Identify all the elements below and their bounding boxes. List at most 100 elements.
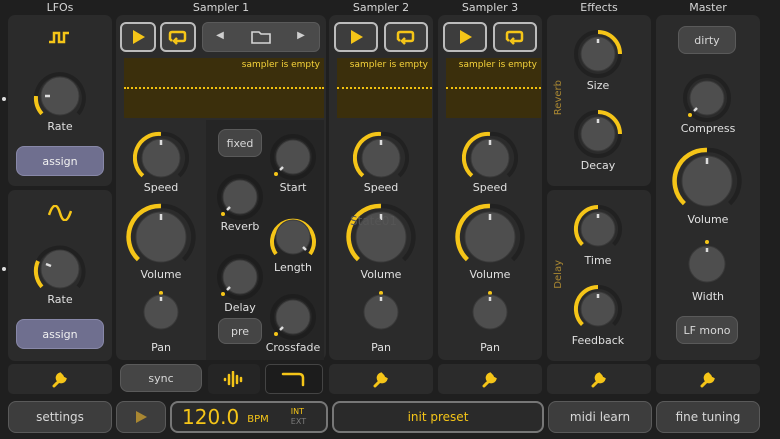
sampler1-waveform[interactable]: sampler is empty xyxy=(124,58,324,118)
sampler2-volume-knob[interactable] xyxy=(346,202,416,272)
sampler3-pan-label: Pan xyxy=(480,341,500,354)
header-sampler2: Sampler 2 xyxy=(352,1,410,14)
sampler1-fixed-button[interactable]: fixed xyxy=(218,129,262,157)
master-dirty-button[interactable]: dirty xyxy=(678,26,736,54)
sampler3-play-button[interactable] xyxy=(443,22,487,52)
sampler1-play-button[interactable] xyxy=(120,22,156,52)
sampler1-empty-text: sampler is empty xyxy=(241,60,320,70)
wrench-icon[interactable] xyxy=(371,369,391,389)
lfo2-rate-knob[interactable] xyxy=(32,241,88,297)
master-volume-knob[interactable] xyxy=(672,146,742,216)
lfo1-assign-button[interactable]: assign xyxy=(16,146,104,176)
lfo1-indicator xyxy=(2,97,6,101)
fine-tuning-button[interactable]: fine tuning xyxy=(656,401,760,433)
midi-learn-button[interactable]: midi learn xyxy=(548,401,652,433)
sampler1-pre-button[interactable]: pre xyxy=(218,318,262,344)
sampler1-reverb-knob[interactable] xyxy=(215,172,265,222)
sine-wave-icon xyxy=(48,205,72,221)
sampler2-pan-knob[interactable] xyxy=(359,288,403,332)
sampler1-crossfade-knob[interactable] xyxy=(268,292,318,342)
sampler2-volume-label: Volume xyxy=(360,268,402,281)
settings-button[interactable]: settings xyxy=(8,401,112,433)
sampler2-waveform[interactable]: sampler is empty xyxy=(337,58,432,118)
sampler1-reverb-label: Reverb xyxy=(220,220,260,233)
sampler1-sync-button[interactable]: sync xyxy=(120,364,202,392)
sampler3-footer xyxy=(438,364,542,394)
sampler1-length-knob[interactable] xyxy=(268,212,318,262)
sampler1-waveform-toggle[interactable] xyxy=(208,364,260,394)
master-compress-label: Compress xyxy=(680,122,736,135)
preset-selector[interactable]: init preset xyxy=(332,401,544,433)
play-icon xyxy=(133,30,145,44)
sampler2-footer xyxy=(329,364,433,394)
sampler2-loop-button[interactable] xyxy=(384,22,428,52)
sampler1-pan-knob[interactable] xyxy=(139,288,183,332)
reverb-decay-label: Decay xyxy=(580,159,616,172)
sampler3-empty-text: sampler is empty xyxy=(458,60,537,70)
header-lfos: LFOs xyxy=(46,1,74,14)
reverb-decay-knob[interactable] xyxy=(572,108,624,160)
wrench-icon[interactable] xyxy=(589,369,609,389)
sampler3-pan-knob[interactable] xyxy=(468,288,512,332)
sampler3-waveform[interactable]: sampler is empty xyxy=(446,58,541,118)
loop-icon xyxy=(505,30,524,45)
play-icon xyxy=(460,30,472,44)
master-lf-mono-button[interactable]: LF mono xyxy=(676,316,738,344)
sampler3-volume-knob[interactable] xyxy=(455,202,525,272)
effects-footer xyxy=(547,364,651,394)
sampler1-envelope-toggle[interactable] xyxy=(265,364,323,394)
sampler1-delay-label: Delay xyxy=(224,301,256,314)
envelope-icon xyxy=(281,372,305,387)
header-master: Master xyxy=(689,1,727,14)
header-effects: Effects xyxy=(580,1,618,14)
clock-ext[interactable]: EXT xyxy=(291,417,306,427)
bpm-display[interactable]: 120.0 BPM INT EXT xyxy=(170,401,328,433)
sampler1-start-label: Start xyxy=(279,181,307,194)
loop-icon xyxy=(396,30,415,45)
master-footer xyxy=(656,364,760,394)
master-width-knob[interactable] xyxy=(685,238,729,286)
sampler1-start-knob[interactable] xyxy=(268,132,318,182)
header-sampler3: Sampler 3 xyxy=(461,1,519,14)
sampler1-delay-knob[interactable] xyxy=(215,252,265,302)
sampler1-volume-knob[interactable] xyxy=(126,202,196,272)
sampler1-length-label: Length xyxy=(274,261,312,274)
lfo1-rate-label: Rate xyxy=(47,120,73,133)
delay-feedback-knob[interactable] xyxy=(572,283,624,335)
sampler1-speed-label: Speed xyxy=(143,181,179,194)
wrench-icon[interactable] xyxy=(50,369,70,389)
wrench-icon[interactable] xyxy=(698,369,718,389)
sampler2-play-button[interactable] xyxy=(334,22,378,52)
reverb-size-knob[interactable] xyxy=(572,28,624,80)
sampler1-volume-label: Volume xyxy=(140,268,182,281)
sampler3-loop-button[interactable] xyxy=(493,22,537,52)
folder-icon[interactable] xyxy=(250,29,272,45)
sampler3-speed-knob[interactable] xyxy=(462,130,518,186)
sampler3-speed-label: Speed xyxy=(472,181,508,194)
clock-int[interactable]: INT xyxy=(291,407,306,417)
loop-icon xyxy=(168,30,187,45)
transport-play-button[interactable] xyxy=(116,401,166,433)
square-wave-icon xyxy=(49,31,69,44)
sampler2-empty-text: sampler is empty xyxy=(349,60,428,70)
lfo2-assign-button[interactable]: assign xyxy=(16,319,104,349)
sampler1-speed-knob[interactable] xyxy=(133,130,189,186)
lfo2-rate-label: Rate xyxy=(47,293,73,306)
sampler1-loop-button[interactable] xyxy=(160,22,196,52)
lfo-footer xyxy=(8,364,112,394)
waveform-icon xyxy=(223,371,243,387)
sampler2-pan-label: Pan xyxy=(371,341,391,354)
lfo1-rate-knob[interactable] xyxy=(32,68,88,124)
header-sampler1: Sampler 1 xyxy=(192,1,250,14)
bpm-value: 120.0 xyxy=(182,405,240,429)
sampler1-pan-label: Pan xyxy=(151,341,171,354)
watermark: State01 xyxy=(350,214,398,228)
next-sample-icon[interactable]: ▶ xyxy=(291,30,311,44)
prev-sample-icon[interactable]: ◀ xyxy=(210,30,230,44)
sampler3-volume-label: Volume xyxy=(469,268,511,281)
play-icon xyxy=(351,30,363,44)
master-compress-knob[interactable] xyxy=(681,72,733,124)
wrench-icon[interactable] xyxy=(480,369,500,389)
sampler2-speed-knob[interactable] xyxy=(353,130,409,186)
delay-time-knob[interactable] xyxy=(572,203,624,255)
